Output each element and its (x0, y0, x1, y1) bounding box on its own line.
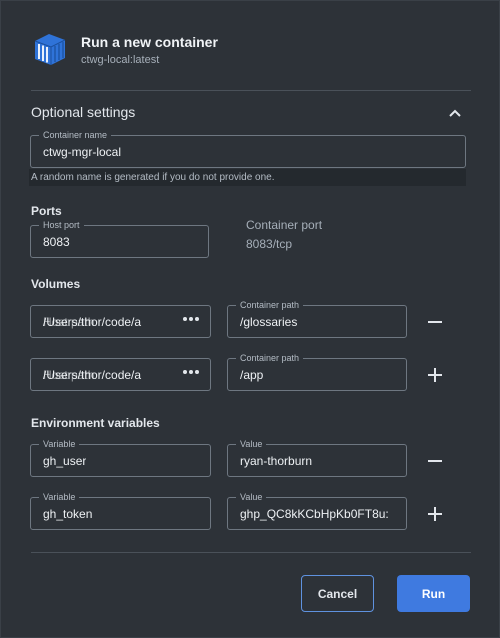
env-value-field[interactable]: Value ghp_QC8kKCbHpKb0FT8u: (227, 491, 407, 530)
optional-settings-title: Optional settings (31, 104, 136, 120)
minus-icon[interactable] (426, 313, 444, 331)
volume-container-path-label: Container path (236, 299, 304, 311)
container-name-input[interactable]: ctwg-mgr-local (43, 145, 121, 159)
env-variable-input[interactable]: gh_token (43, 507, 92, 521)
ports-title: Ports (31, 204, 62, 218)
env-variable-input[interactable]: gh_user (43, 454, 86, 468)
container-port-value: 8083/tcp (246, 237, 293, 251)
env-variable-label: Variable (39, 438, 80, 450)
volume-host-path-field[interactable]: Host path /Users/thor/code/a (30, 358, 211, 391)
run-container-dialog: Run a new container ctwg-local:latest Op… (0, 0, 500, 638)
container-name-helper: A random name is generated if you do not… (29, 169, 466, 186)
env-value-label: Value (236, 438, 267, 450)
host-port-input[interactable]: 8083 (43, 235, 70, 249)
cancel-button[interactable]: Cancel (301, 575, 374, 612)
minus-icon[interactable] (426, 452, 444, 470)
container-name-field[interactable]: Container name ctwg-mgr-local (30, 129, 466, 168)
container-name-label: Container name (39, 129, 112, 141)
env-variable-label: Variable (39, 491, 80, 503)
volume-host-path-input[interactable]: /Users/thor/code/a (43, 368, 155, 382)
env-title: Environment variables (31, 416, 160, 430)
env-value-input[interactable]: ghp_QC8kKCbHpKb0FT8u: (240, 507, 396, 521)
image-name: ctwg-local:latest (81, 54, 160, 66)
volume-container-path-field[interactable]: Container path /glossaries (227, 299, 407, 338)
dialog-title: Run a new container (81, 34, 218, 50)
chevron-up-icon[interactable] (447, 105, 463, 121)
more-icon[interactable] (182, 316, 200, 322)
run-button[interactable]: Run (397, 575, 470, 612)
plus-icon[interactable] (426, 366, 444, 384)
volume-host-path-input[interactable]: /Users/thor/code/a (43, 315, 155, 329)
host-port-field[interactable]: Host port 8083 (30, 219, 209, 258)
volume-container-path-input[interactable]: /glossaries (240, 315, 297, 329)
env-value-input[interactable]: ryan-thorburn (240, 454, 312, 468)
host-port-label: Host port (39, 219, 84, 231)
env-variable-field[interactable]: Variable gh_token (30, 491, 211, 530)
volume-container-path-label: Container path (236, 352, 304, 364)
env-value-field[interactable]: Value ryan-thorburn (227, 438, 407, 477)
footer-divider (31, 552, 471, 553)
container-port-label: Container port (246, 218, 323, 232)
plus-icon[interactable] (426, 505, 444, 523)
volumes-title: Volumes (31, 277, 81, 291)
volume-host-path-field[interactable]: Host path /Users/thor/code/a (30, 305, 211, 338)
more-icon[interactable] (182, 369, 200, 375)
env-value-label: Value (236, 491, 267, 503)
container-icon (34, 34, 66, 65)
env-variable-field[interactable]: Variable gh_user (30, 438, 211, 477)
volume-container-path-input[interactable]: /app (240, 368, 263, 382)
header-divider (31, 90, 471, 91)
volume-container-path-field[interactable]: Container path /app (227, 352, 407, 391)
